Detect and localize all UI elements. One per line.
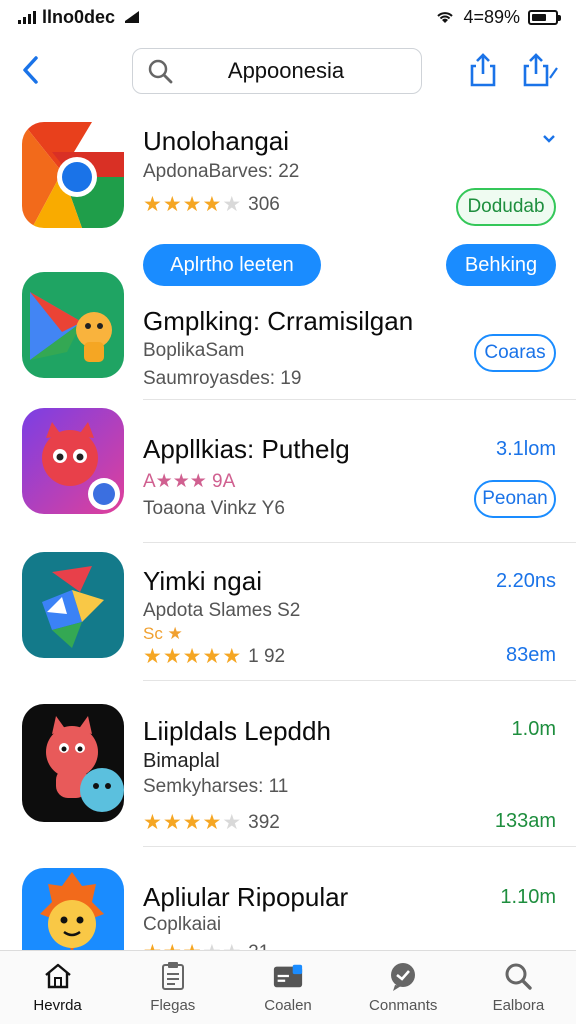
card-icon <box>272 961 304 991</box>
tab-label: Conmants <box>369 997 438 1014</box>
search-icon <box>148 59 173 84</box>
app-title: Appllkias: Puthelg <box>143 434 350 464</box>
download-button[interactable]: Dodudab <box>456 188 556 226</box>
share-options-icon <box>523 53 558 87</box>
share-button[interactable] <box>466 50 500 90</box>
tab-coalen[interactable]: Coalen <box>230 951 345 1024</box>
chat-icon <box>387 961 419 991</box>
app-size: 2.20ns <box>495 570 556 592</box>
share-icon <box>470 53 496 87</box>
app-subtitle: A★★★ 9A <box>143 471 236 492</box>
tab-label: Ealbora <box>492 997 545 1014</box>
search-input[interactable]: Appoonesia <box>132 48 422 94</box>
share-more-button[interactable] <box>520 50 560 90</box>
tab-label: Coalen <box>264 997 312 1014</box>
app-title: Unolohangai <box>143 126 290 156</box>
status-bar: llno0dec 4=89% <box>0 0 576 34</box>
app-title: Liipldals Lepddh <box>143 716 331 746</box>
primary-action-button[interactable]: Aplrtho leeten <box>143 244 321 286</box>
star-rating: ★ ★ ★ ★ ★ 1 92 <box>143 645 286 668</box>
app-title: Yimki ngai <box>143 566 262 596</box>
app-icon-chrome <box>22 122 124 228</box>
tab-bar: Hevrda Flegas Coalen Conmants Ealbora <box>0 950 576 1024</box>
app-action-button[interactable]: Peonan <box>474 480 556 518</box>
app-icon-cat <box>22 408 124 514</box>
app-icon-play <box>22 272 124 378</box>
app-subtitle: Coplkaiai <box>143 914 222 935</box>
app-subtitle: Bimaplal <box>143 750 220 772</box>
search-value: Appoonesia <box>227 58 345 83</box>
tab-home[interactable]: Hevrda <box>0 951 115 1024</box>
app-size: 1.10m <box>500 886 556 908</box>
chevron-left-icon <box>23 56 38 84</box>
divider <box>143 846 576 847</box>
home-icon <box>42 961 74 991</box>
app-meta: Toaona Vinkz Y6 <box>143 498 285 519</box>
clipboard-icon <box>157 961 189 991</box>
star-rating: ★ ★ ★ ★ ★ 306 <box>143 193 280 216</box>
app-subtitle: BoplikaSam <box>143 340 245 361</box>
rating-count: 392 <box>248 811 280 833</box>
tab-comments[interactable]: Conmants <box>346 951 461 1024</box>
app-icon-monster <box>22 704 124 822</box>
battery-icon <box>528 9 561 25</box>
search-icon <box>502 961 534 991</box>
carrier-label: llno0dec <box>42 6 116 27</box>
app-action-button[interactable]: Coaras <box>474 334 556 372</box>
rating-count: 1 92 <box>248 645 286 667</box>
nav-bar: Appoonesia <box>0 46 576 96</box>
wifi-icon <box>437 12 454 23</box>
app-meta: Sc ★ <box>143 624 183 643</box>
rating-count: 306 <box>248 193 280 215</box>
tab-search[interactable]: Ealbora <box>461 951 576 1024</box>
app-size: 3.1lom <box>495 438 556 460</box>
app-size: 1.0m <box>511 718 556 740</box>
app-size-secondary: 133am <box>494 810 556 832</box>
app-size-secondary: 83em <box>505 644 556 666</box>
app-meta: Semkyharses: 11 <box>143 776 289 797</box>
tab-flegas[interactable]: Flegas <box>115 951 230 1024</box>
app-subtitle: Apdota Slames S2 <box>143 600 301 621</box>
chevron-down-icon[interactable] <box>542 134 556 144</box>
app-meta: Saumroyasdes: 19 <box>143 368 302 389</box>
app-title: Apliular Ripopular <box>143 882 349 912</box>
divider <box>143 542 576 543</box>
signal-icon <box>18 10 36 24</box>
secondary-action-button[interactable]: Behking <box>446 244 556 286</box>
tab-label: Flegas <box>150 997 196 1014</box>
star-rating: ★ ★ ★ ★ ★ 392 <box>143 811 280 834</box>
back-button[interactable] <box>14 52 46 88</box>
app-title: Gmplking: Crramisilgan <box>143 306 414 336</box>
app-icon-fire <box>22 868 124 952</box>
tab-label: Hevrda <box>33 997 82 1014</box>
divider <box>143 680 576 681</box>
app-icon-shapes <box>22 552 124 658</box>
divider <box>143 399 576 400</box>
battery-percent: 4=89% <box>463 6 520 27</box>
app-subtitle: ApdonaBarves: 22 <box>143 161 300 182</box>
notification-icon <box>125 11 140 23</box>
